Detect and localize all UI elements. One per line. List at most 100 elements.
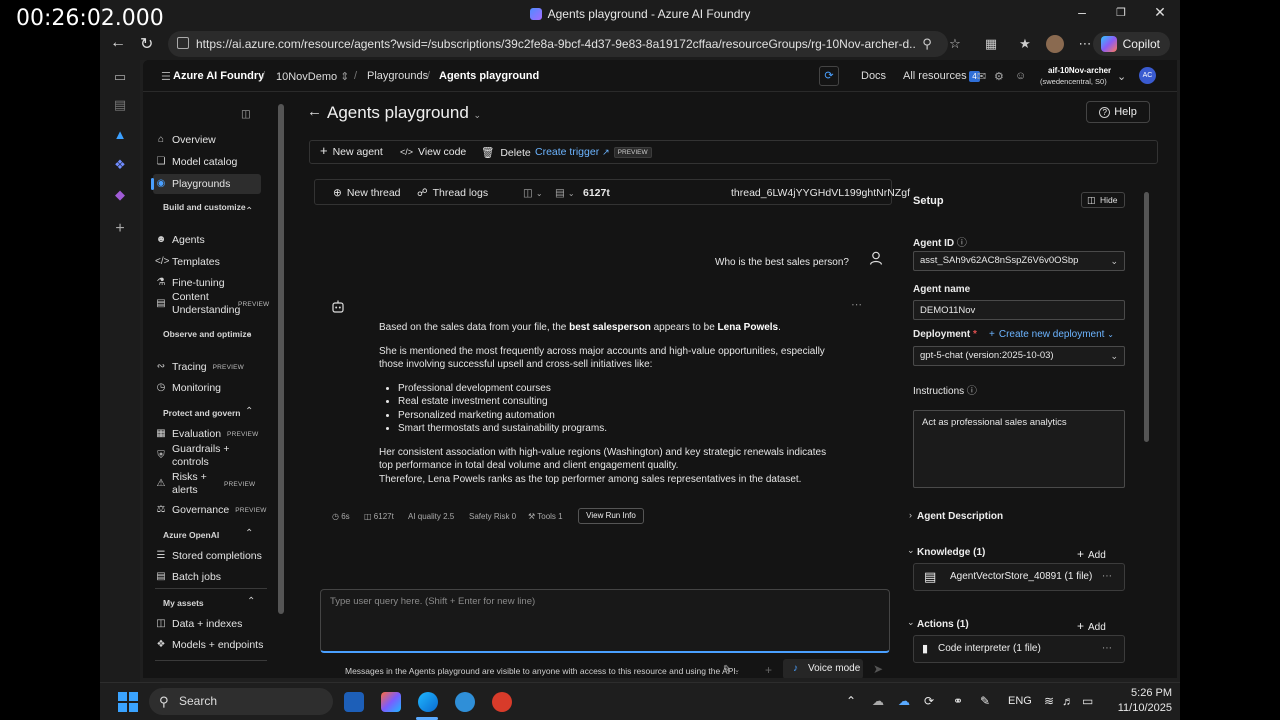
chevron-up-icon[interactable]: ⌃ xyxy=(245,406,253,417)
volume-icon[interactable]: ♬ xyxy=(1062,694,1074,708)
power-apps-icon[interactable]: ◆ xyxy=(113,188,127,202)
m365-icon[interactable] xyxy=(381,692,401,712)
create-trigger-link[interactable]: Create trigger ↗ PREVIEW xyxy=(535,146,652,158)
add-knowledge-button[interactable]: + Add xyxy=(1077,547,1106,561)
agent-description-section[interactable]: Agent Description xyxy=(917,511,1003,522)
help-button[interactable]: ? Help xyxy=(1086,101,1150,123)
zoom-icon[interactable]: ⚲ xyxy=(920,37,934,51)
collections-icon[interactable]: ▤ xyxy=(113,98,127,112)
more-icon[interactable]: ⋯ xyxy=(1078,37,1092,51)
url-bar[interactable]: https://ai.azure.com/resource/agents?wsi… xyxy=(168,31,948,57)
voice-mode-button[interactable]: ♪ Voice mode xyxy=(783,659,863,678)
edge-icon[interactable] xyxy=(418,692,438,712)
close-icon[interactable]: ✕ xyxy=(1150,4,1170,21)
nav-risks-alerts[interactable]: ⚠ Risks + alerts PREVIEW xyxy=(155,470,267,498)
create-deployment-link[interactable]: + Create new deployment ⌄ xyxy=(989,329,1114,340)
nav-content-understanding[interactable]: ▤ Content Understanding PREVIEW xyxy=(155,290,269,318)
pen-icon[interactable]: ✎ xyxy=(980,694,990,708)
favorite-star-icon[interactable]: ☆ xyxy=(948,37,962,51)
send-icon[interactable]: ➤ xyxy=(873,662,883,676)
foundry-icon[interactable]: ❖ xyxy=(113,158,127,172)
instructions-textarea[interactable]: Act as professional sales analytics xyxy=(913,410,1125,488)
action-item[interactable]: ▮ Code interpreter (1 file) ⋯ xyxy=(913,635,1125,663)
add-action-button[interactable]: + Add xyxy=(1077,619,1106,633)
message-more-icon[interactable]: ⋯ xyxy=(851,298,862,311)
chevron-up-icon[interactable]: ⌃ xyxy=(247,596,255,607)
nav-overview[interactable]: ⌂ Overview xyxy=(155,130,265,150)
actions-section[interactable]: Actions (1) xyxy=(917,619,969,630)
microphone-icon[interactable]: ⚭ xyxy=(953,694,963,708)
chevron-right-icon[interactable]: › xyxy=(909,510,912,520)
azure-icon[interactable]: ▲ xyxy=(113,128,127,142)
account-name[interactable]: aif-10Nov-archer xyxy=(1048,66,1111,75)
clock-date[interactable]: 11/10/2025 xyxy=(1112,702,1172,714)
view-dropdown[interactable]: ▤ ⌄ xyxy=(555,187,575,199)
extensions-icon[interactable]: ▦ xyxy=(984,37,998,51)
settings-gear-icon[interactable]: ⚙ xyxy=(994,70,1004,83)
taskbar-search[interactable]: ⚲ Search xyxy=(149,688,333,715)
hide-setup-button[interactable]: ◫ Hide xyxy=(1081,192,1125,208)
battery-icon[interactable]: ▭ xyxy=(1082,694,1093,708)
all-resources-link[interactable]: All resources xyxy=(903,70,967,82)
nav-evaluation[interactable]: ▦ Evaluation PREVIEW xyxy=(155,424,265,444)
delete-button[interactable]: 🗑 Delete xyxy=(481,146,531,159)
chevron-up-icon[interactable]: ⌃ xyxy=(245,206,253,217)
sync-tray-icon[interactable]: ⟳ xyxy=(924,694,934,708)
setup-scrollbar[interactable] xyxy=(1143,186,1150,678)
view-run-info-button[interactable]: View Run Info xyxy=(578,508,644,524)
nav-governance[interactable]: ⚖ Governance PREVIEW xyxy=(155,500,267,520)
refresh-icon[interactable]: ↻ xyxy=(140,34,153,54)
back-icon[interactable]: ← xyxy=(110,34,126,52)
account-chevron-icon[interactable]: ⌄ xyxy=(1117,70,1126,83)
chevron-up-icon[interactable]: ⌃ xyxy=(245,333,253,344)
docs-link[interactable]: Docs xyxy=(861,70,886,82)
nav-tracing[interactable]: ∾ Tracing PREVIEW xyxy=(155,357,265,377)
copilot-button[interactable]: Copilot xyxy=(1092,32,1170,56)
nav-models-endpoints[interactable]: ❖ Models + endpoints xyxy=(155,635,265,655)
chevron-up-icon[interactable]: ⌃ xyxy=(245,528,253,539)
thread-logs-button[interactable]: ☍ Thread logs xyxy=(417,187,488,199)
more-icon[interactable]: ⋯ xyxy=(1102,564,1112,590)
nav-data-indexes[interactable]: ◫ Data + indexes xyxy=(155,614,265,634)
url-text[interactable]: https://ai.azure.com/resource/agents?wsi… xyxy=(196,37,916,51)
breadcrumb-playgrounds[interactable]: Playgrounds xyxy=(367,70,428,82)
info-icon[interactable]: ⓘ xyxy=(957,238,967,249)
attach-icon[interactable]: ✎ ⌄ xyxy=(723,664,740,675)
knowledge-section[interactable]: Knowledge (1) xyxy=(917,547,985,558)
language-indicator[interactable]: ENG xyxy=(1008,695,1032,707)
nav-stored-completions[interactable]: ☰ Stored completions xyxy=(155,546,265,566)
nav-guardrails[interactable]: ⛨ Guardrails + controls xyxy=(155,442,265,470)
snowflake-app-icon[interactable] xyxy=(455,692,475,712)
user-avatar[interactable]: AC xyxy=(1139,67,1156,84)
powerpoint-icon[interactable] xyxy=(492,692,512,712)
view-code-button[interactable]: </> View code xyxy=(400,146,466,158)
tray-app-icon[interactable]: ☁ xyxy=(872,694,884,708)
nav-model-catalog[interactable]: ❏ Model catalog xyxy=(155,152,265,172)
favorites-icon[interactable]: ★ xyxy=(1018,37,1032,51)
deployment-dropdown[interactable]: gpt-5-chat (version:2025-10-03) ⌄ xyxy=(913,346,1125,366)
tray-overflow-icon[interactable]: ⌃ xyxy=(846,694,856,708)
back-arrow-icon[interactable]: ← xyxy=(307,103,322,120)
nav-templates[interactable]: </> Templates xyxy=(155,252,265,272)
sync-icon[interactable]: ⟳ xyxy=(819,66,839,86)
agent-id-dropdown[interactable]: asst_SAh9v62AC8nSspZ6V6v0OSbp ⌄ xyxy=(913,251,1125,271)
new-thread-button[interactable]: ⊕ New thread xyxy=(333,187,401,199)
clock-time[interactable]: 5:26 PM xyxy=(1124,687,1172,699)
setup-scrollbar-thumb[interactable] xyxy=(1144,192,1149,442)
chevron-down-icon[interactable]: ⌄ xyxy=(907,617,915,628)
nav-scrollbar-thumb[interactable] xyxy=(278,104,284,614)
onedrive-icon[interactable]: ☁ xyxy=(898,694,910,708)
collapse-nav-icon[interactable]: ◫ xyxy=(241,104,255,124)
nav-scrollbar[interactable] xyxy=(277,94,285,678)
add-app-icon[interactable]: + xyxy=(113,221,127,237)
windows-start-icon[interactable] xyxy=(118,692,138,712)
agent-name-input[interactable] xyxy=(913,300,1125,320)
nav-agents[interactable]: ☻ Agents xyxy=(155,230,265,250)
brand-name[interactable]: Azure AI Foundry xyxy=(173,70,264,82)
minimize-icon[interactable]: – xyxy=(1072,4,1092,20)
chevron-down-icon[interactable]: ⌄ xyxy=(907,545,915,556)
info-icon[interactable]: ⓘ xyxy=(967,386,977,397)
nav-monitoring[interactable]: ◷ Monitoring xyxy=(155,378,265,398)
thread-id[interactable]: thread_6LW4jYYGHdVL199ghtNrNZgf xyxy=(731,187,910,199)
notification-icon[interactable]: ✉ xyxy=(977,70,986,83)
